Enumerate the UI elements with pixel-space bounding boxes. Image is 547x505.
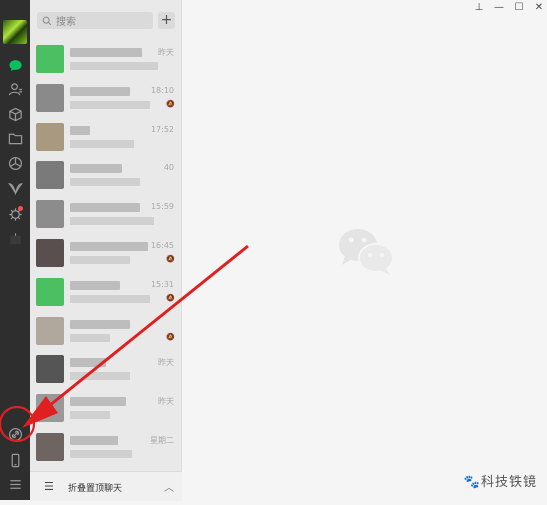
chat-name-blurred	[70, 48, 142, 57]
chat-time: 昨天	[158, 48, 174, 57]
chat-time: 昨天	[158, 397, 174, 407]
mute-icon: 🔕	[166, 99, 175, 108]
chat-list-item[interactable]: 15:31 🔕	[30, 273, 182, 311]
chat-list-item[interactable]: 昨天	[30, 389, 182, 427]
chat-preview-blurred	[70, 411, 110, 420]
chat-time: 40	[163, 163, 174, 173]
list-icon: ☰	[44, 480, 54, 493]
chat-preview-blurred	[70, 217, 154, 226]
chat-time: 15:59	[150, 202, 174, 212]
chat-time: 18:10	[150, 85, 174, 95]
favorites-icon[interactable]	[6, 105, 24, 123]
chat-preview-blurred	[70, 294, 150, 303]
chat-preview-blurred	[70, 333, 110, 342]
chat-list-item[interactable]: 16:45 🔕	[30, 234, 182, 272]
chat-list-item[interactable]: 15:59	[30, 195, 182, 233]
chat-list-item[interactable]: 40	[30, 156, 182, 194]
moments-icon[interactable]	[6, 154, 24, 172]
chat-avatar	[36, 433, 64, 461]
chat-avatar	[36, 316, 64, 345]
chevron-up-icon[interactable]: ︿	[164, 479, 174, 494]
miniapp-icon[interactable]	[6, 230, 24, 248]
chat-name-blurred	[70, 203, 140, 213]
chat-preview-blurred	[70, 372, 130, 381]
chat-name-blurred	[70, 319, 130, 329]
chat-list-item[interactable]: 昨天	[30, 350, 182, 388]
mini-programs-icon[interactable]	[6, 205, 24, 223]
channels-icon[interactable]	[6, 179, 24, 197]
chat-list-item[interactable]: 星期二	[30, 428, 182, 466]
chat-preview-blurred	[70, 450, 132, 458]
chat-time: 16:45	[150, 241, 174, 250]
mute-icon: 🔕	[166, 293, 175, 302]
fold-label: 折叠置顶聊天	[68, 484, 123, 494]
chat-preview-blurred	[70, 100, 150, 109]
search-icon	[42, 16, 52, 25]
chat-name-blurred	[70, 164, 122, 174]
chat-list-item[interactable]: 17:52	[30, 118, 182, 156]
chat-avatar	[36, 83, 64, 112]
chat-avatar	[36, 239, 64, 267]
search-placeholder: 搜索	[56, 17, 76, 28]
chat-name-blurred	[70, 280, 120, 290]
chat-icon[interactable]	[6, 56, 24, 74]
chat-avatar	[36, 200, 64, 229]
avatar[interactable]	[3, 20, 27, 44]
chat-name-blurred	[70, 436, 118, 445]
menu-icon[interactable]	[6, 475, 24, 493]
notification-dot	[18, 206, 23, 211]
maximize-button[interactable]: ☐	[512, 2, 526, 14]
chat-preview-blurred	[70, 139, 134, 148]
close-button[interactable]: ✕	[532, 2, 546, 14]
chat-preview-blurred	[70, 256, 130, 264]
chat-list-item[interactable]: 昨天	[30, 40, 182, 78]
chat-preview-blurred	[70, 62, 158, 70]
chat-time: 星期二	[150, 436, 174, 445]
chat-name-blurred	[70, 397, 126, 407]
paw-icon: 🐾	[463, 475, 481, 490]
chat-name-blurred	[70, 242, 148, 251]
wechat-logo-icon	[339, 229, 394, 275]
chat-list-item[interactable]: 🔕	[30, 312, 182, 350]
files-icon[interactable]	[6, 129, 24, 147]
chat-avatar	[36, 122, 64, 151]
watermark: 🐾科技铁镜	[463, 475, 537, 490]
chat-list-panel: 搜索 + 昨天 18:10 🔕 17:52 40 15:59 16:45 🔕 15:31 🔕 🔕 昨天…	[30, 0, 182, 501]
chat-avatar	[36, 161, 64, 190]
chat-avatar	[36, 394, 64, 423]
mute-icon: 🔕	[166, 332, 175, 341]
chat-name-blurred	[70, 125, 90, 135]
chat-avatar	[36, 45, 64, 73]
chat-time: 17:52	[150, 124, 174, 134]
contacts-icon[interactable]	[6, 80, 24, 98]
mute-icon: 🔕	[166, 255, 175, 263]
add-chat-button[interactable]: +	[158, 12, 175, 29]
chat-time: 昨天	[158, 358, 174, 368]
main-pane: ⊥ — ☐ ✕ 🐾科技铁镜	[182, 0, 547, 500]
chat-time: 15:31	[150, 279, 174, 289]
chat-name-blurred	[70, 86, 130, 96]
chat-list-item[interactable]: 18:10 🔕	[30, 79, 182, 117]
minimize-button[interactable]: —	[492, 2, 506, 14]
link-icon[interactable]	[6, 425, 24, 443]
left-nav	[0, 0, 30, 500]
pin-window-button[interactable]: ⊥	[472, 2, 486, 14]
search-input[interactable]: 搜索	[37, 12, 153, 29]
chat-avatar	[36, 355, 64, 384]
phone-icon[interactable]	[6, 451, 24, 469]
chat-preview-blurred	[70, 178, 140, 187]
chat-name-blurred	[70, 358, 106, 368]
chat-avatar	[36, 277, 64, 306]
fold-pinned-chats-bar[interactable]: ☰ 折叠置顶聊天 ︿	[30, 471, 182, 501]
